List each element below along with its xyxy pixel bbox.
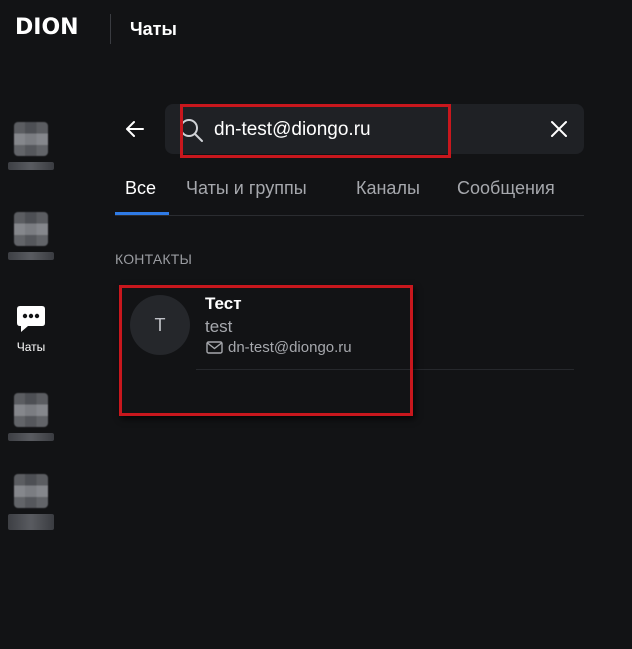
search-tabs: Все Чаты и группы Каналы Сообщения xyxy=(115,172,584,216)
header-divider xyxy=(110,14,111,44)
sidebar-item-label xyxy=(8,433,54,441)
sidebar-item-4[interactable] xyxy=(6,393,56,441)
blurred-app-icon xyxy=(14,122,48,156)
blurred-app-icon xyxy=(14,474,48,508)
dion-logo[interactable]: DION xyxy=(15,15,79,40)
active-tab-indicator xyxy=(115,212,169,215)
tab-chats-and-groups[interactable]: Чаты и группы xyxy=(186,178,307,199)
sidebar-item-label xyxy=(8,252,54,260)
tab-channels[interactable]: Каналы xyxy=(356,178,420,199)
sidebar-item-label xyxy=(8,162,54,170)
blurred-app-icon xyxy=(14,212,48,246)
app-header: DION Чаты xyxy=(0,0,632,60)
tab-messages[interactable]: Сообщения xyxy=(457,178,555,199)
annotation-highlight-contact xyxy=(119,285,413,416)
close-icon[interactable] xyxy=(548,118,570,140)
contacts-section-title: КОНТАКТЫ xyxy=(115,251,193,267)
back-arrow-icon[interactable] xyxy=(122,116,148,142)
annotation-highlight-search xyxy=(180,104,451,158)
sidebar-item-chats[interactable]: Чаты xyxy=(6,304,56,354)
page-title: Чаты xyxy=(130,19,177,39)
sidebar-item-label: Чаты xyxy=(16,340,46,354)
sidebar-item-2[interactable] xyxy=(6,212,56,260)
sidebar-item-1[interactable] xyxy=(6,122,56,170)
sidebar-item-5[interactable] xyxy=(6,474,56,530)
tab-all[interactable]: Все xyxy=(125,178,156,199)
blurred-app-icon xyxy=(14,393,48,427)
sidebar-item-label xyxy=(8,514,54,530)
chat-bubble-icon xyxy=(17,306,45,332)
